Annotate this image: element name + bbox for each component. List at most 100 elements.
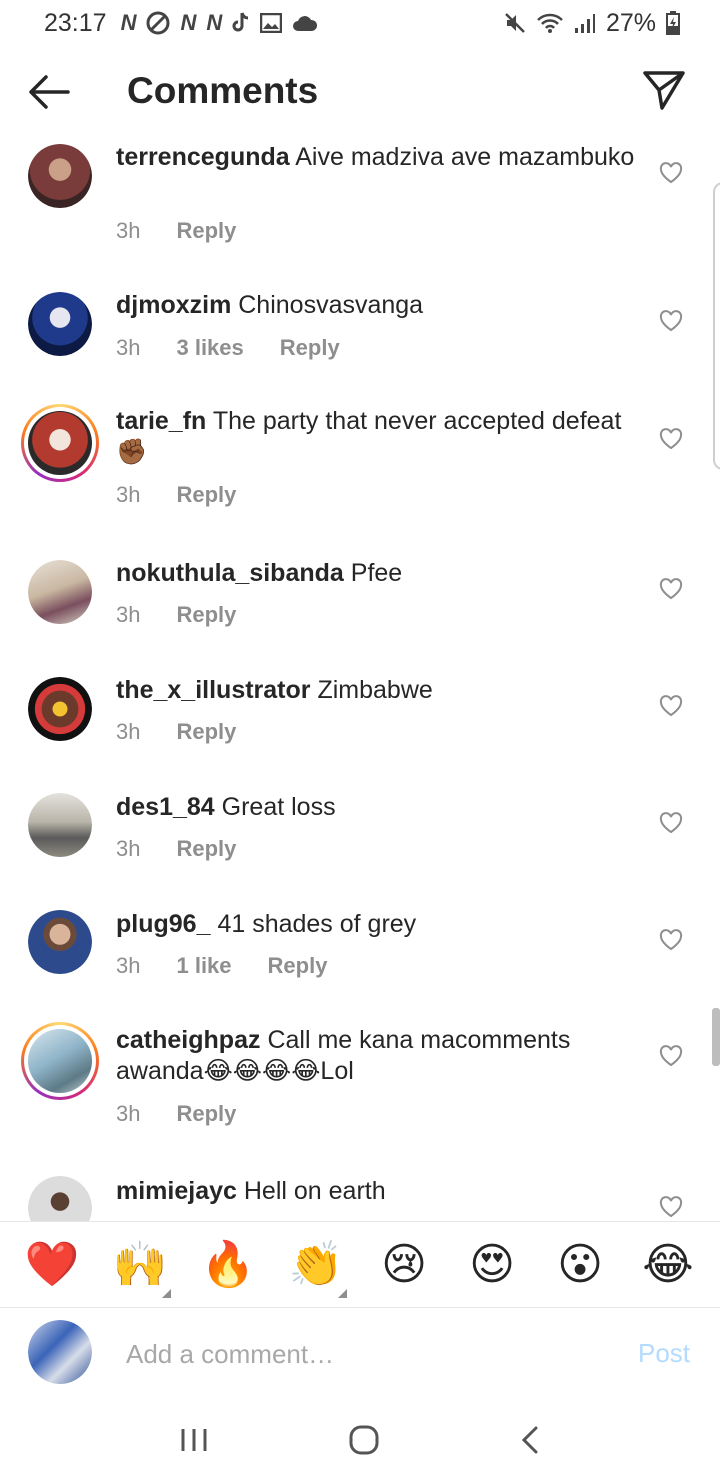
emoji-heart-eyes-button[interactable]: 😍 [459, 1239, 525, 1290]
comment-body: Hell on earth [243, 1177, 386, 1205]
reply-button[interactable]: Reply [176, 1101, 236, 1127]
comment-username[interactable]: djmoxzim [116, 291, 231, 319]
scrollbar[interactable] [712, 1008, 720, 1066]
system-nav-bar [0, 1400, 720, 1480]
emoji-heart-button[interactable]: ❤️ [19, 1239, 85, 1290]
reply-button[interactable]: Reply [176, 602, 236, 628]
avatar[interactable] [28, 677, 92, 741]
comment-body: 41 shades of grey [217, 910, 417, 938]
edge-panel-handle[interactable] [713, 182, 720, 470]
notification-n-icon: N [120, 10, 137, 35]
comments-header: Comments [0, 46, 720, 138]
send-icon[interactable] [642, 68, 686, 112]
comment-composer: Post [0, 1308, 720, 1400]
reply-button[interactable]: Reply [176, 482, 236, 508]
recent-apps-icon[interactable] [179, 1426, 209, 1454]
comment-text: catheighpaz Call me kana macomments awan… [116, 1025, 636, 1087]
comment-username[interactable]: tarie_fn [116, 407, 206, 435]
reply-button[interactable]: Reply [176, 836, 236, 862]
comment-body: Chinosvasvanga [238, 291, 424, 319]
comment-username[interactable]: mimiejayc [116, 1177, 237, 1205]
battery-percent: 27% [605, 8, 656, 37]
home-icon[interactable] [348, 1424, 380, 1456]
emoji-raising-hands-button[interactable]: 🙌 [107, 1239, 173, 1298]
comment-likes[interactable]: 1 like [176, 953, 231, 979]
emoji-clapping-button[interactable]: 👏 [283, 1238, 349, 1298]
wifi-icon [537, 13, 563, 33]
avatar[interactable] [28, 144, 92, 208]
notification-icons: N N N [121, 10, 319, 36]
like-heart-icon[interactable] [659, 929, 683, 951]
my-avatar[interactable] [28, 1320, 92, 1384]
comment-input[interactable] [126, 1334, 606, 1374]
comment-text: plug96_ 41 shades of grey [116, 909, 636, 940]
skin-tone-indicator-icon [338, 1288, 347, 1298]
comment-text: des1_84 Great loss [116, 792, 636, 823]
avatar[interactable] [28, 292, 92, 356]
avatar[interactable] [28, 910, 92, 974]
comment-likes[interactable]: 3 likes [176, 335, 243, 361]
like-heart-icon[interactable] [659, 812, 683, 834]
avatar[interactable] [21, 404, 99, 482]
reply-button[interactable]: Reply [176, 218, 236, 244]
back-nav-icon[interactable] [519, 1425, 541, 1455]
comment-meta: 3h 1 like Reply [116, 953, 327, 979]
like-heart-icon[interactable] [659, 310, 683, 332]
comment-meta: 3h Reply [116, 836, 236, 862]
comment-username[interactable]: the_x_illustrator [116, 676, 311, 704]
emoji-clapping-glyph: 👏 [288, 1238, 344, 1290]
avatar[interactable] [21, 1022, 99, 1100]
emoji-crying-button[interactable]: 😢 [371, 1239, 437, 1290]
notification-n-icon: N [206, 10, 223, 35]
status-time: 23:17 [44, 8, 107, 37]
comment-meta: 3h Reply [116, 1101, 236, 1127]
comment-body: Pfee [350, 559, 403, 587]
signal-icon [574, 14, 595, 33]
gallery-icon [260, 13, 283, 33]
avatar[interactable] [28, 560, 92, 624]
comment-username[interactable]: terrencegunda [116, 143, 290, 171]
like-heart-icon[interactable] [659, 1045, 683, 1067]
back-arrow-icon[interactable] [26, 72, 72, 112]
comment-text: nokuthula_sibanda Pfee [116, 558, 636, 589]
comment-time: 3h [116, 953, 141, 978]
comment-username[interactable]: des1_84 [116, 793, 215, 821]
comment-time: 3h [116, 218, 141, 243]
like-heart-icon[interactable] [659, 578, 683, 600]
system-status: 27% [504, 9, 680, 38]
comment-text: the_x_illustrator Zimbabwe [116, 675, 636, 706]
reply-button[interactable]: Reply [176, 719, 236, 745]
comment-body: Zimbabwe [317, 676, 433, 704]
comment-body: Great loss [221, 793, 336, 821]
notification-n-icon: N [180, 10, 197, 35]
comment-text: mimiejayc Hell on earth [116, 1176, 636, 1207]
skin-tone-indicator-icon [162, 1288, 171, 1298]
status-bar: 23:17 N N N 27% [0, 0, 720, 46]
emoji-quick-bar: ❤️ 🙌 🔥 👏 😢 😍 😮 😂 [0, 1221, 720, 1308]
cloud-icon [293, 16, 318, 31]
reply-button[interactable]: Reply [268, 953, 328, 979]
mute-icon [505, 13, 525, 33]
emoji-fire-button[interactable]: 🔥 [195, 1239, 261, 1290]
like-heart-icon[interactable] [659, 162, 683, 184]
avatar[interactable] [28, 793, 92, 857]
comment-text: tarie_fn The party that never accepted d… [116, 406, 636, 468]
comment-username[interactable]: catheighpaz [116, 1026, 260, 1054]
reply-button[interactable]: Reply [280, 335, 340, 361]
like-heart-icon[interactable] [659, 1196, 683, 1218]
comments-list[interactable]: terrencegunda Aive madziva ave mazambuko… [0, 138, 720, 1221]
tiktok-icon [232, 12, 249, 32]
emoji-laughing-button[interactable]: 😂 [635, 1239, 701, 1290]
emoji-surprised-button[interactable]: 😮 [547, 1239, 613, 1290]
comment-time: 3h [116, 836, 141, 861]
like-heart-icon[interactable] [659, 428, 683, 450]
post-button[interactable]: Post [638, 1338, 690, 1369]
comment-time: 3h [116, 482, 141, 507]
comment-username[interactable]: plug96_ [116, 910, 210, 938]
comments-screen: 23:17 N N N 27% Comments terrencegunda A… [0, 0, 720, 1480]
comment-meta: 3h Reply [116, 719, 236, 745]
comment-username[interactable]: nokuthula_sibanda [116, 559, 344, 587]
like-heart-icon[interactable] [659, 695, 683, 717]
page-title: Comments [127, 70, 319, 111]
avatar[interactable] [28, 1176, 92, 1221]
